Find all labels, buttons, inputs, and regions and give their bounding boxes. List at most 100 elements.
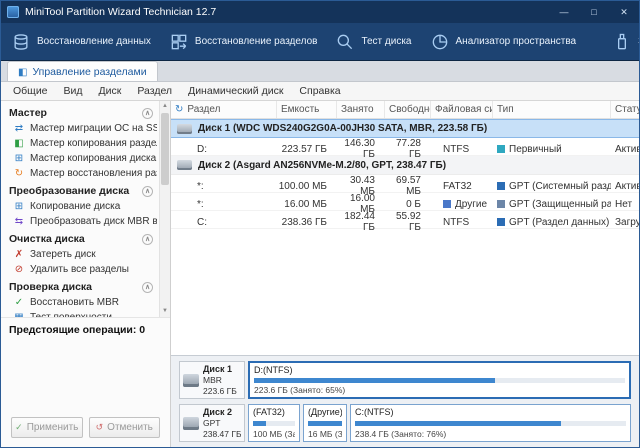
close-button[interactable]: ✕ bbox=[609, 1, 639, 23]
sidebar-item-os-migration[interactable]: Мастер миграции ОС на SSD/HD bbox=[1, 121, 157, 136]
sidebar: Мастер ∧ Мастер миграции ОС на SSD/HD Ма… bbox=[1, 101, 171, 447]
collapse-icon[interactable]: ∧ bbox=[142, 107, 153, 119]
usage-bar bbox=[355, 420, 626, 426]
toolbar-space-analyzer[interactable]: Анализатор пространства bbox=[430, 32, 576, 52]
undo-button-label: Отменить bbox=[107, 422, 153, 433]
disk1-partitions: D:(NTFS) 223.6 ГБ (Занято: 65%) bbox=[248, 361, 631, 399]
undo-button[interactable]: Отменить bbox=[88, 417, 160, 438]
usage-fill bbox=[308, 420, 342, 426]
menu-general[interactable]: Общие bbox=[5, 85, 56, 97]
sidebar-item-label: Удалить все разделы bbox=[30, 264, 129, 275]
column-header-partition[interactable]: Раздел bbox=[171, 101, 277, 118]
partition-label: (FAT32) bbox=[253, 407, 285, 417]
toolbar-partition-recovery[interactable]: Восстановление разделов bbox=[169, 32, 318, 52]
section-title-label: Очистка диска bbox=[9, 233, 85, 245]
tab-partition-management[interactable]: Управление разделами bbox=[7, 61, 158, 81]
partition-name: *: bbox=[197, 180, 204, 192]
column-header-status[interactable]: Статус bbox=[611, 101, 639, 118]
toolbar-label: Восстановление разделов bbox=[194, 36, 318, 47]
sidebar-item-copy-disk[interactable]: Копирование диска bbox=[1, 199, 157, 214]
toolbar-bootable-media[interactable]: Загрузочный носитель bbox=[612, 32, 639, 52]
section-disk-check: Проверка диска ∧ bbox=[1, 277, 157, 295]
scrollbar-thumb[interactable] bbox=[161, 113, 169, 185]
usage-bar bbox=[308, 420, 342, 426]
section-disk-conversion: Преобразование диска ∧ bbox=[1, 181, 157, 199]
section-wizard: Мастер ∧ bbox=[1, 103, 157, 121]
type-label: Первичный bbox=[509, 143, 562, 155]
content: Мастер ∧ Мастер миграции ОС на SSD/HD Ма… bbox=[1, 101, 639, 447]
toolbar-label: Тест диска bbox=[361, 36, 412, 47]
type-color-swatch bbox=[497, 145, 505, 153]
collapse-icon[interactable]: ∧ bbox=[142, 233, 153, 245]
table-row-partition-c[interactable]: C: 238.36 ГБ 182.44 ГБ 55.92 ГБ NTFS GPT… bbox=[171, 211, 639, 233]
titlebar: MiniTool Partition Wizard Technician 12.… bbox=[1, 1, 639, 23]
menu-help[interactable]: Справка bbox=[291, 85, 348, 97]
column-header-type[interactable]: Тип bbox=[493, 101, 611, 118]
toolbar-data-recovery[interactable]: Восстановление данных bbox=[11, 32, 151, 52]
disk1-block[interactable]: Диск 1 MBR 223.6 ГБ bbox=[179, 361, 245, 399]
disk-size: 238.47 ГБ bbox=[203, 428, 241, 439]
minimize-button[interactable]: — bbox=[549, 1, 579, 23]
partition-label: C:(NTFS) bbox=[355, 407, 394, 417]
disk-map-partition-c[interactable]: C:(NTFS) 238.4 ГБ (Занято: 76%) bbox=[350, 404, 631, 442]
type-cell: GPT (Защищенный раздел) bbox=[493, 199, 611, 210]
hard-disk-icon bbox=[183, 373, 199, 387]
sidebar-item-wipe-disk[interactable]: Затереть диск bbox=[1, 247, 157, 262]
column-header-used[interactable]: Занято bbox=[337, 101, 385, 118]
toolbar-label: Восстановление данных bbox=[37, 36, 151, 47]
partition-detail: 238.4 ГБ (Занято: 76%) bbox=[355, 429, 447, 439]
column-header-free[interactable]: Свободно bbox=[385, 101, 431, 118]
disk2-block[interactable]: Диск 2 GPT 238.47 ГБ bbox=[179, 404, 245, 442]
disk-map-partition-efi[interactable]: (FAT32) 100 МБ (Занято: 30%) bbox=[248, 404, 300, 442]
table-row-partition-d[interactable]: D: 223.57 ГБ 146.30 ГБ 77.28 ГБ NTFS Пер… bbox=[171, 138, 639, 160]
sidebar-item-convert-mbr-gpt[interactable]: Преобразовать диск MBR в диск GPT bbox=[1, 214, 157, 229]
sidebar-item-delete-all-partitions[interactable]: Удалить все разделы bbox=[1, 262, 157, 277]
column-label: Свободно bbox=[389, 104, 431, 115]
type-color-swatch bbox=[497, 200, 505, 208]
menu-dynamic-disk[interactable]: Динамический диск bbox=[180, 85, 291, 97]
filesystem-label: Другие bbox=[455, 198, 488, 210]
collapse-icon[interactable]: ∧ bbox=[142, 185, 153, 197]
sidebar-item-label: Восстановить MBR bbox=[30, 297, 120, 308]
column-header-capacity[interactable]: Емкость bbox=[277, 101, 337, 118]
table-row-disk2[interactable]: Диск 2 (Asgard AN256NVMe-M.2/80, GPT, 23… bbox=[171, 156, 639, 175]
sidebar-scrollbar[interactable]: ▲ ▼ bbox=[159, 101, 170, 317]
maximize-button[interactable]: □ bbox=[579, 1, 609, 23]
status-cell: Нет bbox=[615, 198, 633, 210]
toolbar-disk-test[interactable]: Тест диска bbox=[335, 32, 412, 52]
filesystem-cell: NTFS bbox=[431, 217, 493, 228]
apply-button[interactable]: Применить bbox=[11, 417, 83, 438]
sidebar-item-surface-test[interactable]: Тест поверхности bbox=[1, 310, 157, 317]
partition-label: (Другие) bbox=[308, 407, 342, 417]
table-row-partition-efi[interactable]: *: 100.00 МБ 30.43 МБ 69.57 МБ FAT32 GPT… bbox=[171, 175, 639, 197]
scroll-down-icon[interactable]: ▼ bbox=[160, 306, 170, 317]
refresh-icon[interactable] bbox=[175, 104, 183, 115]
scroll-up-icon[interactable]: ▲ bbox=[160, 101, 170, 112]
disk2-partitions: (FAT32) 100 МБ (Занято: 30%) (Другие) 16… bbox=[248, 404, 631, 442]
menu-disk[interactable]: Диск bbox=[91, 85, 130, 97]
os-migration-icon bbox=[13, 124, 25, 134]
sidebar-item-copy-disk-wizard[interactable]: Мастер копирования диска bbox=[1, 151, 157, 166]
window-controls: — □ ✕ bbox=[549, 1, 639, 23]
filesystem-label: NTFS bbox=[443, 143, 470, 155]
disk-map-partition-d[interactable]: D:(NTFS) 223.6 ГБ (Занято: 65%) bbox=[248, 361, 631, 399]
disk-label: Диск 1 (WDC WDS240G2G0A-00JH30 SATA, MBR… bbox=[198, 123, 488, 134]
column-header-filesystem[interactable]: Файловая система bbox=[431, 101, 493, 118]
sidebar-sections: Мастер ∧ Мастер миграции ОС на SSD/HD Ма… bbox=[1, 101, 170, 317]
menu-view[interactable]: Вид bbox=[56, 85, 91, 97]
sidebar-item-rebuild-mbr[interactable]: Восстановить MBR bbox=[1, 295, 157, 310]
menu-partition[interactable]: Раздел bbox=[129, 85, 180, 97]
section-title-label: Мастер bbox=[9, 107, 47, 119]
table-row-disk1[interactable]: Диск 1 (WDC WDS240G2G0A-00JH30 SATA, MBR… bbox=[171, 119, 639, 138]
sidebar-item-partition-recovery-wizard[interactable]: Мастер восстановления раздела bbox=[1, 166, 157, 181]
partition-manager-icon bbox=[18, 66, 27, 78]
sidebar-item-copy-partition[interactable]: Мастер копирования раздела bbox=[1, 136, 157, 151]
partition-name: D: bbox=[197, 143, 207, 155]
hard-disk-icon bbox=[177, 123, 192, 134]
collapse-icon[interactable]: ∧ bbox=[142, 281, 153, 293]
check-icon bbox=[15, 422, 23, 433]
disk-map-partition-msr[interactable]: (Другие) 16 МБ (Занято: 100%) bbox=[303, 404, 347, 442]
partition-detail: 223.6 ГБ (Занято: 65%) bbox=[254, 385, 346, 395]
free-cell: 0 Б bbox=[406, 198, 421, 210]
